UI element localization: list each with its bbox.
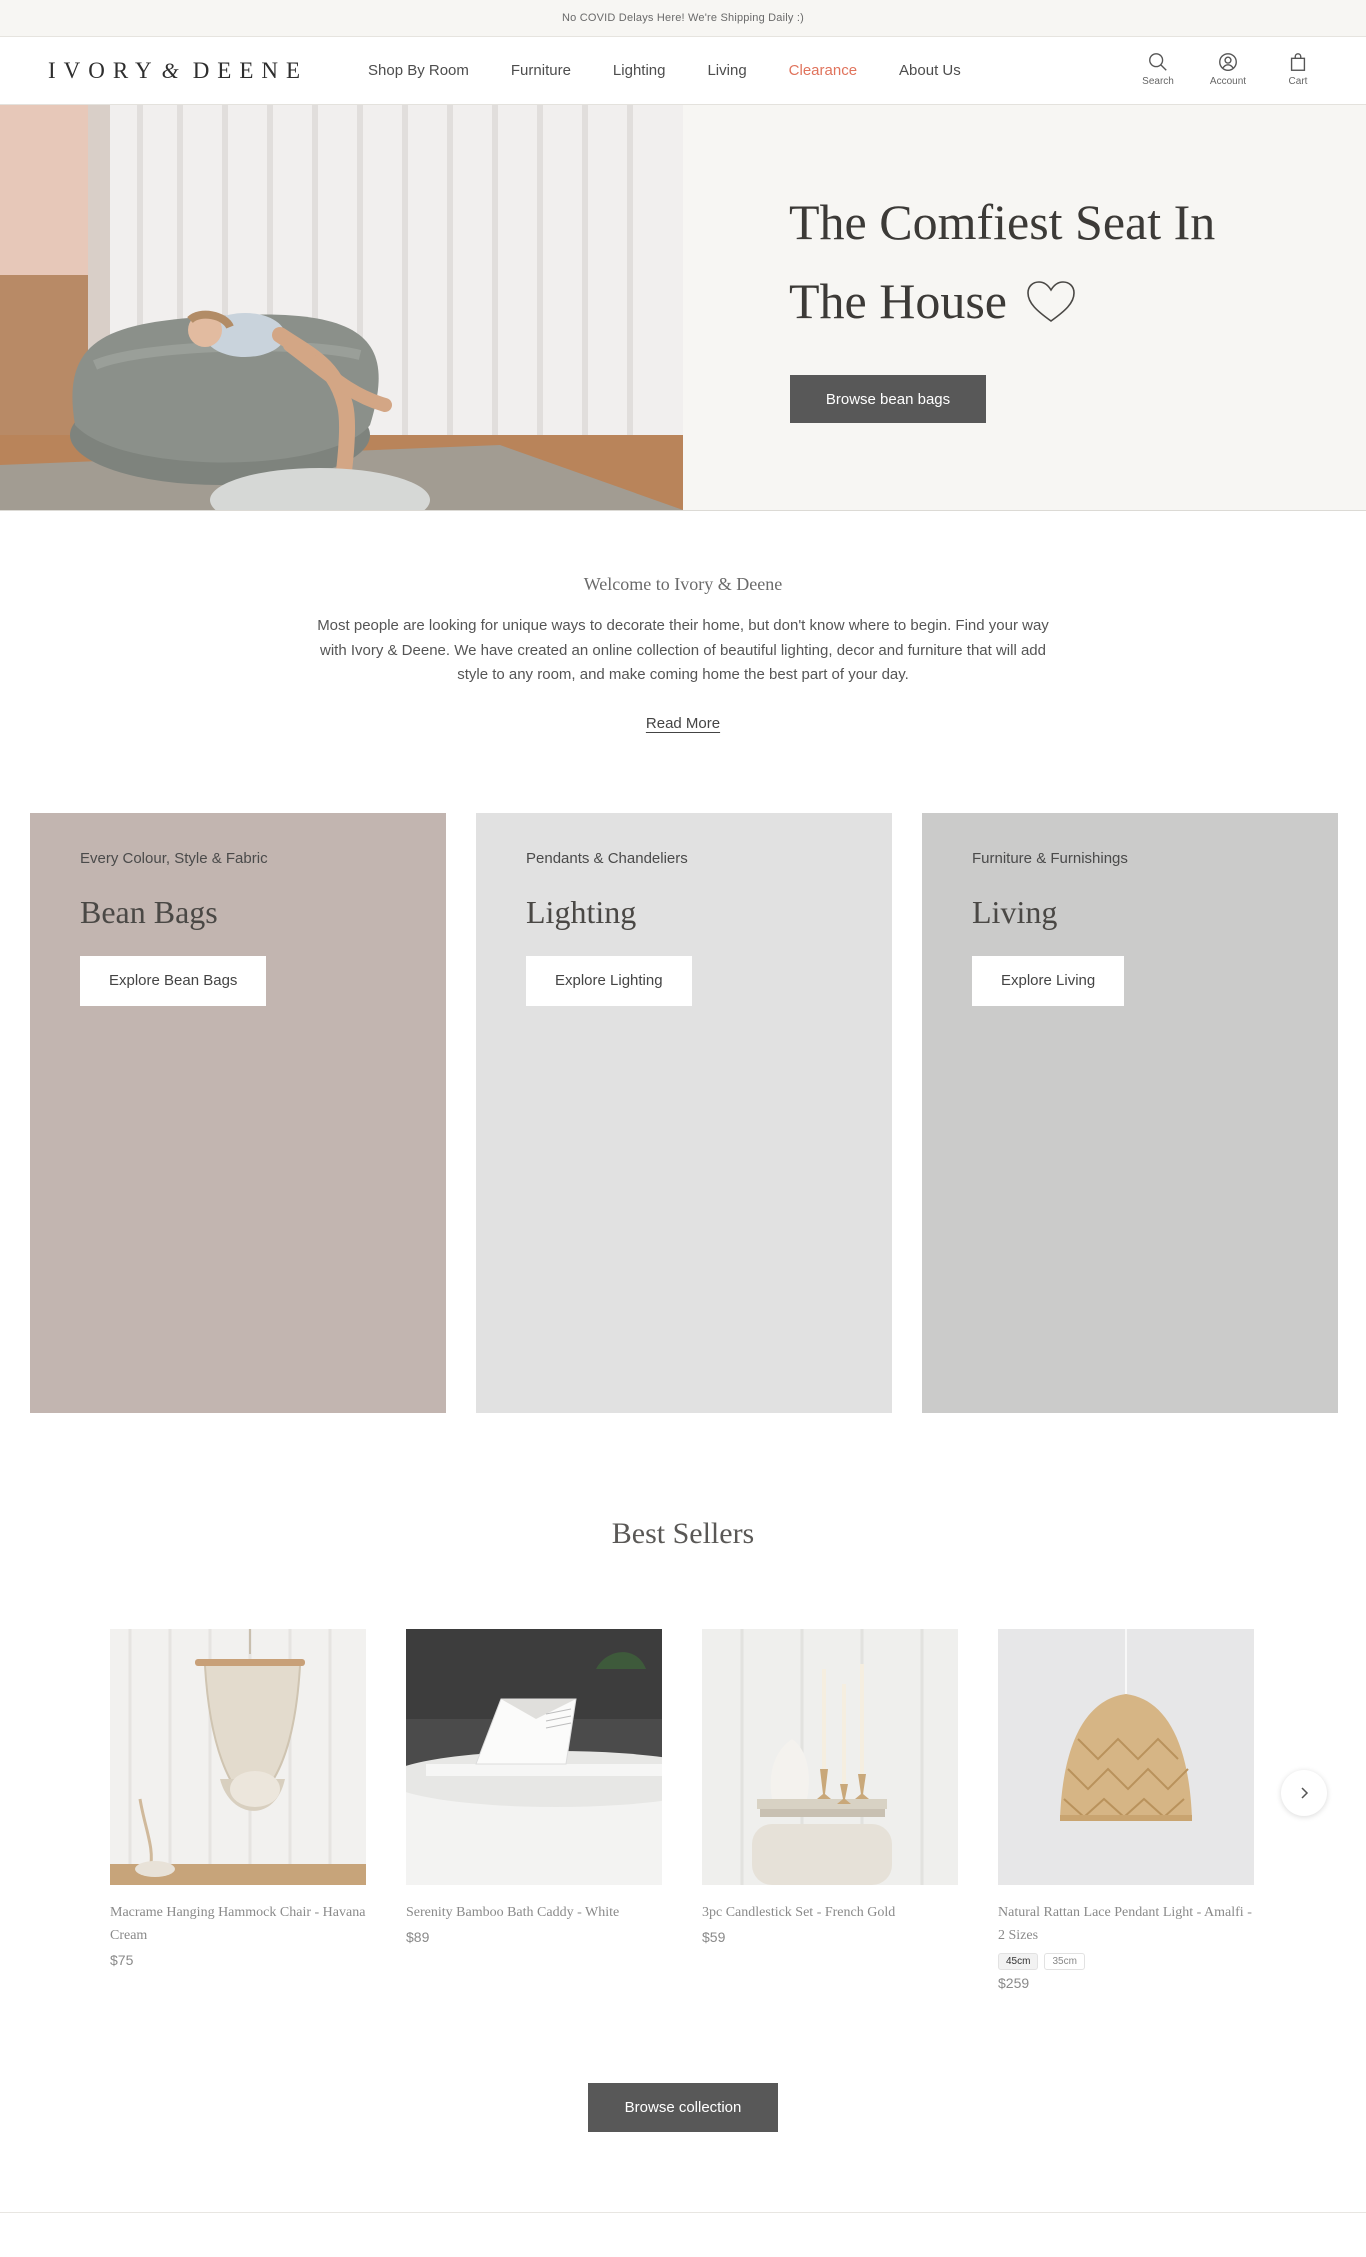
- search-label: Search: [1142, 76, 1174, 87]
- product-price: $89: [406, 1929, 430, 1945]
- explore-lighting-button[interactable]: Explore Lighting: [526, 956, 692, 1006]
- product-card[interactable]: Natural Rattan Lace Pendant Light - Amal…: [998, 1629, 1254, 1991]
- category-tiles: Every Colour, Style & Fabric Bean Bags E…: [30, 813, 1338, 1413]
- product-price: $59: [702, 1929, 726, 1945]
- size-swatch-45cm[interactable]: 45cm: [998, 1953, 1039, 1970]
- candlesticks-icon: [702, 1629, 958, 1885]
- product-name[interactable]: 3pc Candlestick Set - French Gold: [702, 1901, 958, 1924]
- account-label: Account: [1209, 76, 1247, 87]
- cart-icon: [1290, 53, 1306, 71]
- hero-title: The Comfiest Seat In The House: [789, 183, 1215, 341]
- rattan-pendant-icon: [998, 1629, 1254, 1885]
- account-icon: [1219, 53, 1237, 71]
- tile-eyebrow: Furniture & Furnishings: [972, 850, 1128, 867]
- product-name[interactable]: Macrame Hanging Hammock Chair - Havana C…: [110, 1901, 366, 1947]
- welcome-section: Welcome to Ivory & Deene Most people are…: [0, 511, 1366, 733]
- welcome-title: Welcome to Ivory & Deene: [583, 574, 783, 594]
- product-name[interactable]: Serenity Bamboo Bath Caddy - White: [406, 1901, 662, 1924]
- account-button[interactable]: Account: [1208, 51, 1248, 87]
- hero-title-line2: The House: [789, 273, 1007, 329]
- hero-illustration: [0, 105, 683, 510]
- tile-title: Bean Bags: [80, 894, 218, 930]
- product-image-rattan-pendant[interactable]: [998, 1629, 1254, 1885]
- tile-bean-bags[interactable]: Every Colour, Style & Fabric Bean Bags E…: [30, 813, 446, 1413]
- hero-title-line2-wrap: The House: [789, 262, 1215, 341]
- hero-title-line1: The Comfiest Seat In: [789, 194, 1216, 250]
- browse-collection-button[interactable]: Browse collection: [588, 2083, 778, 2132]
- footer-divider: [0, 2212, 1366, 2213]
- tile-eyebrow: Every Colour, Style & Fabric: [80, 850, 268, 867]
- tile-eyebrow: Pendants & Chandeliers: [526, 850, 688, 867]
- nav-furniture[interactable]: Furniture: [511, 62, 571, 79]
- tile-lighting[interactable]: Pendants & Chandeliers Lighting Explore …: [476, 813, 892, 1413]
- carousel-next-button[interactable]: [1281, 1770, 1327, 1816]
- product-carousel: Macrame Hanging Hammock Chair - Havana C…: [110, 1629, 1254, 1991]
- site-header: IVORY & DEENE Shop By Room Furniture Lig…: [0, 37, 1366, 105]
- product-price: $259: [998, 1975, 1030, 1991]
- logo-part1: IVORY: [48, 57, 160, 83]
- header-icons: Search Account Cart: [1138, 51, 1318, 87]
- hammock-chair-icon: [110, 1629, 366, 1885]
- logo[interactable]: IVORY & DEENE: [48, 58, 368, 84]
- tile-living[interactable]: Furniture & Furnishings Living Explore L…: [922, 813, 1338, 1413]
- product-card[interactable]: Serenity Bamboo Bath Caddy - White $89: [406, 1629, 662, 1991]
- read-more-link[interactable]: Read More: [646, 715, 720, 732]
- product-image-bath-caddy[interactable]: [406, 1629, 662, 1885]
- size-swatches: 45cm 35cm: [998, 1953, 1254, 1970]
- nav-living[interactable]: Living: [707, 62, 746, 79]
- product-card[interactable]: Macrame Hanging Hammock Chair - Havana C…: [110, 1629, 366, 1991]
- announcement-text: No COVID Delays Here! We're Shipping Dai…: [562, 12, 804, 24]
- tile-title: Lighting: [526, 894, 637, 930]
- nav-about-us[interactable]: About Us: [899, 62, 961, 79]
- main-nav: Shop By Room Furniture Lighting Living C…: [368, 62, 1003, 79]
- chevron-right-icon: [1301, 1787, 1309, 1799]
- product-price: $75: [110, 1952, 134, 1968]
- size-swatch-35cm[interactable]: 35cm: [1044, 1953, 1085, 1970]
- product-image-hammock[interactable]: [110, 1629, 366, 1885]
- explore-living-button[interactable]: Explore Living: [972, 956, 1125, 1006]
- welcome-body: Most people are looking for unique ways …: [317, 617, 1049, 683]
- nav-shop-by-room[interactable]: Shop By Room: [368, 62, 469, 79]
- cart-label: Cart: [1288, 76, 1308, 87]
- product-card[interactable]: 3pc Candlestick Set - French Gold $59: [702, 1629, 958, 1991]
- nav-lighting[interactable]: Lighting: [613, 62, 666, 79]
- cart-button[interactable]: Cart: [1278, 51, 1318, 87]
- best-sellers-title: Best Sellers: [611, 1517, 755, 1550]
- announcement-bar: No COVID Delays Here! We're Shipping Dai…: [0, 0, 1366, 37]
- search-button[interactable]: Search: [1138, 51, 1178, 87]
- browse-bean-bags-button[interactable]: Browse bean bags: [790, 375, 986, 423]
- explore-bean-bags-button[interactable]: Explore Bean Bags: [80, 956, 267, 1006]
- bath-caddy-icon: [406, 1629, 662, 1885]
- product-image-candlesticks[interactable]: [702, 1629, 958, 1885]
- logo-ampersand: &: [161, 57, 179, 83]
- logo-part2: DEENE: [192, 57, 309, 83]
- product-name[interactable]: Natural Rattan Lace Pendant Light - Amal…: [998, 1901, 1254, 1947]
- tile-title: Living: [972, 894, 1058, 930]
- heart-icon: [1027, 280, 1075, 322]
- nav-clearance[interactable]: Clearance: [789, 62, 857, 79]
- hero-banner: The Comfiest Seat In The House Browse be…: [0, 105, 1366, 511]
- search-icon: [1149, 53, 1167, 71]
- hero-image-bean-bag[interactable]: [0, 105, 683, 510]
- hero-text-panel: The Comfiest Seat In The House Browse be…: [683, 105, 1366, 510]
